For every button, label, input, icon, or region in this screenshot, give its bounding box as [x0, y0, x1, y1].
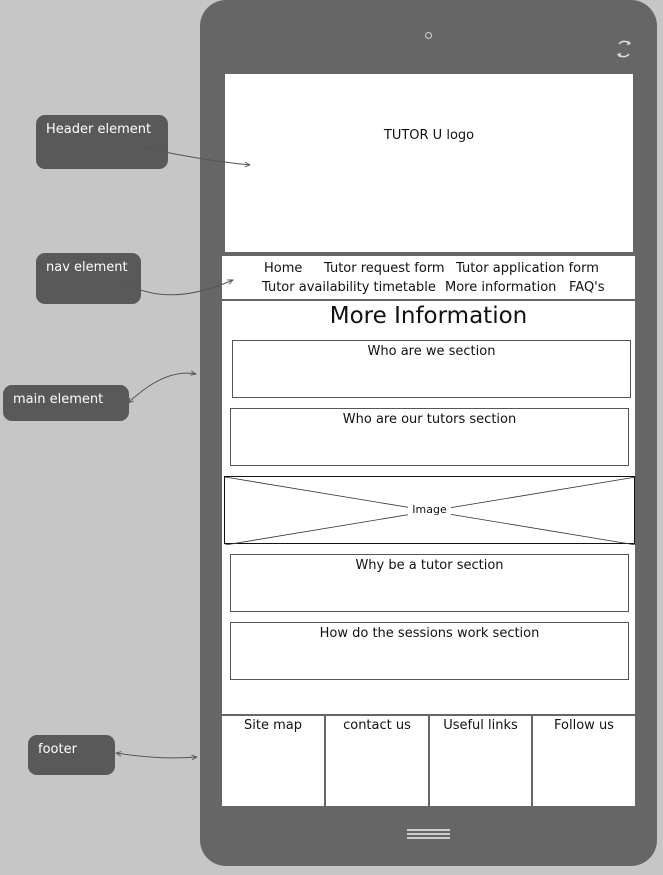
- nav-arrow: [118, 279, 233, 296]
- header-arrow: [146, 148, 250, 165]
- footer-arrow: [116, 753, 197, 758]
- annotation-arrows: [0, 0, 663, 875]
- main-arrow: [128, 373, 196, 403]
